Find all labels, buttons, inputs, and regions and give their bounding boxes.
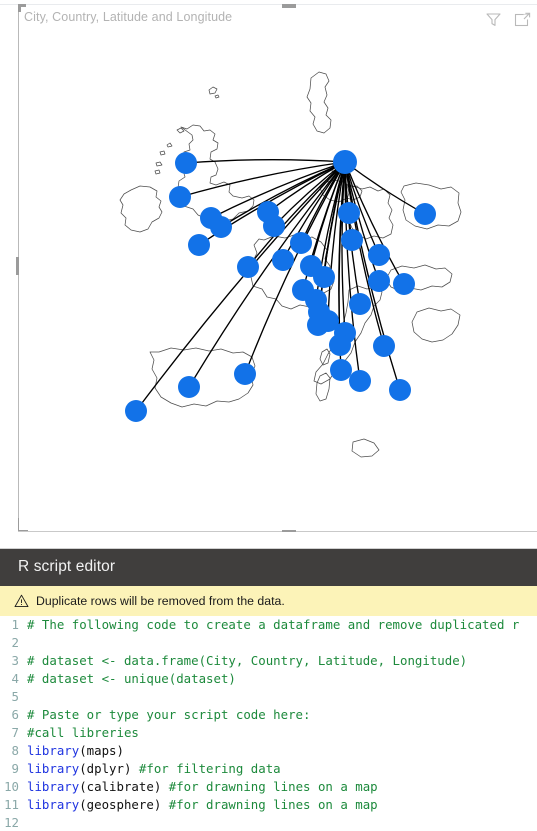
- r-script-editor-title: R script editor: [18, 558, 116, 575]
- city-bubble[interactable]: [338, 202, 360, 224]
- code-token: #for drawning lines on a map: [168, 797, 378, 812]
- code-token: (dplyr): [79, 761, 139, 776]
- code-token: library: [27, 761, 80, 776]
- europe-connection-map: [19, 34, 536, 530]
- code-line[interactable]: 11 library(geosphere) #for drawning lines…: [0, 796, 537, 814]
- code-token: (maps): [79, 743, 124, 758]
- report-canvas: City, Country, Latitude and Longitude: [0, 0, 537, 548]
- city-bubble[interactable]: [341, 229, 363, 251]
- warning-message: Duplicate rows will be removed from the …: [36, 594, 285, 608]
- code-token: # Paste or type your script code here:: [27, 707, 311, 722]
- code-line-text: library(calibrate) #for drawning lines o…: [27, 778, 378, 796]
- code-line[interactable]: 9 library(dplyr) #for filtering data: [0, 760, 537, 778]
- visual-title: City, Country, Latitude and Longitude: [24, 10, 233, 24]
- r-code-text-area[interactable]: 1 # The following code to create a datafr…: [0, 616, 537, 831]
- code-line-text: library(geosphere) #for drawning lines o…: [27, 796, 378, 814]
- visual-header: City, Country, Latitude and Longitude: [19, 5, 537, 33]
- city-bubble[interactable]: [368, 270, 390, 292]
- r-script-editor-panel: R script editor Duplicate rows will be r…: [0, 548, 537, 831]
- power-bi-visual-and-script-editor: City, Country, Latitude and Longitude R …: [0, 0, 537, 831]
- line-number: 6: [11, 707, 19, 722]
- code-line[interactable]: 8 library(maps): [0, 742, 537, 760]
- city-bubble[interactable]: [414, 203, 436, 225]
- duplicate-rows-warning-bar: Duplicate rows will be removed from the …: [0, 586, 537, 616]
- visual-header-icons: [485, 11, 531, 28]
- city-bubble[interactable]: [307, 314, 329, 336]
- city-bubble[interactable]: [368, 244, 390, 266]
- city-bubble[interactable]: [237, 256, 259, 278]
- warning-triangle-icon: [14, 594, 29, 608]
- code-token: library: [27, 797, 80, 812]
- code-line[interactable]: 6 # Paste or type your script code here:: [0, 706, 537, 724]
- city-bubble[interactable]: [272, 249, 294, 271]
- city-bubble[interactable]: [313, 266, 335, 288]
- city-bubble[interactable]: [125, 400, 147, 422]
- code-token: library: [27, 743, 80, 758]
- code-token: # dataset <- data.frame(City, Country, L…: [27, 653, 468, 668]
- hub-bubble[interactable]: [333, 150, 357, 174]
- code-token: #for drawning lines on a map: [168, 779, 378, 794]
- line-number: 3: [11, 653, 19, 668]
- line-number: 2: [11, 635, 19, 650]
- code-line-text: # dataset <- data.frame(City, Country, L…: [27, 652, 467, 670]
- city-bubble[interactable]: [188, 234, 210, 256]
- code-line[interactable]: 5: [0, 688, 537, 706]
- map-visual-plot[interactable]: [19, 34, 536, 530]
- code-line-text: # The following code to create a datafra…: [27, 616, 519, 634]
- code-line-text: # dataset <- unique(dataset): [27, 670, 236, 688]
- focus-mode-icon[interactable]: [514, 11, 531, 28]
- city-bubble[interactable]: [290, 232, 312, 254]
- line-number: 8: [11, 743, 19, 758]
- map-background: [19, 34, 536, 530]
- code-line-text: library(maps): [27, 742, 124, 760]
- code-line[interactable]: 4 # dataset <- unique(dataset): [0, 670, 537, 688]
- code-token: (geosphere): [79, 797, 169, 812]
- city-bubble[interactable]: [234, 363, 256, 385]
- line-number: 10: [4, 779, 19, 794]
- city-bubble[interactable]: [175, 152, 197, 174]
- city-bubble[interactable]: [210, 216, 232, 238]
- city-bubble[interactable]: [329, 334, 351, 356]
- code-token: (calibrate): [79, 779, 169, 794]
- city-bubble[interactable]: [349, 370, 371, 392]
- r-script-editor-header[interactable]: R script editor: [0, 549, 537, 586]
- city-bubble[interactable]: [349, 293, 371, 315]
- code-token: # dataset <- unique(dataset): [27, 671, 236, 686]
- city-bubble[interactable]: [373, 335, 395, 357]
- city-bubble[interactable]: [393, 273, 415, 295]
- line-number: 12: [4, 815, 19, 830]
- code-line-text: library(dplyr) #for filtering data: [27, 760, 281, 778]
- city-bubble[interactable]: [178, 376, 200, 398]
- code-line[interactable]: 12: [0, 814, 537, 831]
- code-line[interactable]: 1 # The following code to create a datafr…: [0, 616, 537, 634]
- code-line-text: #call libreries: [27, 724, 139, 742]
- visual-selection-border-bottom: [18, 531, 537, 532]
- code-line[interactable]: 3 # dataset <- data.frame(City, Country, …: [0, 652, 537, 670]
- code-line[interactable]: 2: [0, 634, 537, 652]
- code-token: library: [27, 779, 80, 794]
- code-line[interactable]: 7 #call libreries: [0, 724, 537, 742]
- code-line-text: # Paste or type your script code here:: [27, 706, 310, 724]
- line-number: 11: [4, 797, 19, 812]
- code-line[interactable]: 10 library(calibrate) #for drawning lines…: [0, 778, 537, 796]
- city-bubble[interactable]: [330, 359, 352, 381]
- code-token: #call libreries: [27, 725, 139, 740]
- code-token: #for filtering data: [138, 761, 281, 776]
- city-bubble[interactable]: [169, 186, 191, 208]
- city-bubble[interactable]: [389, 379, 411, 401]
- line-number: 9: [11, 761, 19, 776]
- line-number: 1: [11, 617, 19, 632]
- line-number: 4: [11, 671, 19, 686]
- filter-icon[interactable]: [485, 11, 502, 28]
- line-number: 5: [11, 689, 19, 704]
- code-token: # The following code to create a datafra…: [27, 617, 520, 632]
- line-number: 7: [11, 725, 19, 740]
- city-bubble[interactable]: [263, 215, 285, 237]
